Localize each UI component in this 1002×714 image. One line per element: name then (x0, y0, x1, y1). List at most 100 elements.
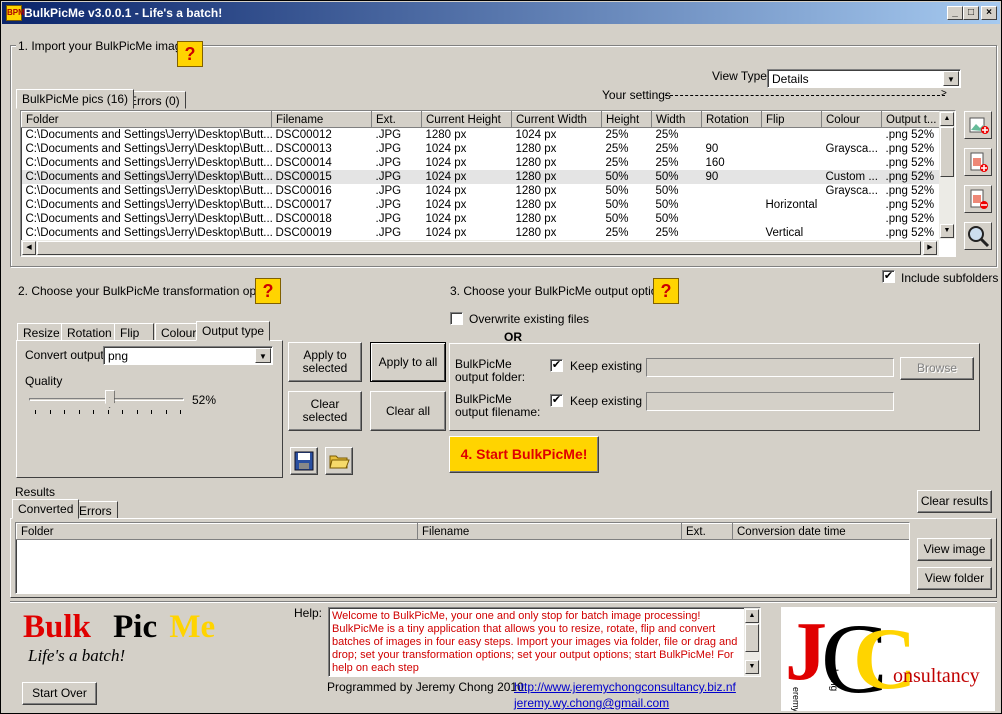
table-cell: 160 (705, 156, 725, 169)
tab-results-errors[interactable]: Errors (73, 501, 118, 519)
open-settings-button[interactable] (325, 447, 353, 475)
column-header[interactable]: Filename (271, 111, 372, 128)
column-header[interactable]: Rotation (701, 111, 762, 128)
keep-folder-label: Keep existing (570, 359, 643, 373)
scroll-down-icon[interactable]: ▼ (745, 660, 759, 674)
scroll-up-icon[interactable]: ▲ (940, 112, 954, 126)
vertical-scroll-thumb[interactable] (940, 127, 954, 177)
table-row[interactable]: C:\Documents and Settings\Jerry\Desktop\… (21, 169, 955, 184)
table-cell: .JPG (371, 169, 422, 184)
results-list[interactable]: Folder Filename Ext. Conversion date time (15, 522, 910, 594)
help-scroll-thumb[interactable] (745, 624, 759, 652)
output-help-button[interactable]: ? (653, 278, 679, 304)
help-text-box[interactable]: Welcome to BulkPicMe, your one and only … (328, 607, 761, 677)
close-button[interactable]: × (981, 6, 997, 20)
add-image-button[interactable] (964, 111, 992, 139)
table-cell (702, 184, 762, 198)
column-header[interactable]: Height (601, 111, 652, 128)
table-row[interactable]: C:\Documents and Settings\Jerry\Desktop\… (22, 128, 956, 142)
column-header[interactable]: Width (651, 111, 702, 128)
keep-filename-checkbox[interactable]: ✔ (550, 394, 563, 407)
table-row[interactable]: C:\Documents and Settings\Jerry\Desktop\… (22, 142, 956, 156)
view-image-button[interactable]: View image (917, 538, 992, 561)
start-over-button[interactable]: Start Over (22, 682, 97, 705)
maximize-button[interactable]: □ (963, 6, 979, 20)
tab-rotation[interactable]: Rotation (61, 323, 118, 341)
table-cell: DSC00013 (275, 142, 332, 155)
add-folder-button[interactable] (964, 148, 992, 176)
horizontal-scroll-thumb[interactable] (37, 241, 921, 255)
column-header[interactable]: Folder (21, 111, 272, 128)
browse-button[interactable]: Browse (900, 357, 974, 380)
column-header[interactable]: Current Height (421, 111, 512, 128)
clear-selected-button[interactable]: Clear selected (288, 391, 362, 431)
table-cell: 50% (655, 198, 679, 211)
minimize-button[interactable]: _ (947, 6, 963, 20)
help-scrollbar[interactable]: ▲ ▼ (744, 608, 760, 676)
tab-resize[interactable]: Resize (17, 323, 66, 341)
remove-image-button[interactable] (964, 185, 992, 213)
tab-pics[interactable]: BulkPicMe pics (16) (16, 89, 135, 109)
column-header[interactable]: Ext. (371, 111, 422, 128)
footer-divider (10, 601, 997, 603)
save-settings-button[interactable] (290, 447, 318, 475)
table-row[interactable]: C:\Documents and Settings\Jerry\Desktop\… (22, 226, 956, 240)
view-type-select[interactable]: Details ▼ (767, 69, 961, 88)
import-help-button[interactable]: ? (177, 41, 203, 67)
start-button[interactable]: 4. Start BulkPicMe! (449, 436, 599, 473)
title-bar[interactable]: BPM BulkPicMe v3.0.0.1 - Life's a batch!… (2, 2, 1000, 24)
view-type-label: View Type (712, 69, 767, 83)
open-folder-icon (329, 455, 350, 469)
column-header[interactable]: Conversion date time (732, 523, 909, 540)
output-folder-field[interactable] (646, 358, 894, 377)
scroll-down-icon[interactable]: ▼ (940, 224, 954, 238)
jc-logo-consultancy: onsultancy (893, 665, 980, 687)
website-link[interactable]: http://www.jeremychongconsultancy.biz.nf (514, 680, 736, 694)
quality-value: 52% (192, 393, 217, 407)
tab-output-type[interactable]: Output type (196, 321, 271, 341)
column-header[interactable]: Current Width (511, 111, 602, 128)
column-header[interactable]: Colour (821, 111, 882, 128)
apply-to-selected-button[interactable]: Apply to selected (288, 342, 362, 382)
view-folder-button[interactable]: View folder (917, 567, 992, 590)
convert-output-label: Convert output (25, 348, 104, 362)
table-cell: 1280 px (515, 212, 557, 225)
table-row[interactable]: C:\Documents and Settings\Jerry\Desktop\… (22, 184, 956, 198)
column-header[interactable]: Filename (417, 523, 682, 540)
or-label: OR (504, 330, 522, 344)
zoom-button[interactable] (964, 222, 992, 250)
help-text: Welcome to BulkPicMe, your one and only … (332, 610, 738, 674)
output-filename-label: BulkPicMe output filename: (455, 392, 541, 419)
scroll-up-icon[interactable]: ▲ (745, 609, 759, 623)
logo-bulk: Bulk (23, 609, 91, 645)
table-row[interactable]: C:\Documents and Settings\Jerry\Desktop\… (22, 212, 956, 226)
apply-to-all-button[interactable]: Apply to all (370, 342, 446, 382)
image-list[interactable]: Folder Filename Ext. Current Height Current … (20, 110, 956, 257)
clear-all-button[interactable]: Clear all (370, 391, 446, 431)
results-table: Folder Filename Ext. Conversion date time (16, 523, 909, 540)
tab-flip[interactable]: Flip (114, 323, 154, 341)
keep-folder-checkbox[interactable]: ✔ (550, 359, 563, 372)
email-link[interactable]: jeremy.wy.chong@gmail.com (514, 696, 669, 710)
overwrite-checkbox[interactable] (450, 312, 463, 325)
scroll-right-icon[interactable]: ▶ (923, 241, 937, 255)
tab-converted[interactable]: Converted (12, 499, 80, 519)
table-row[interactable]: C:\Documents and Settings\Jerry\Desktop\… (22, 156, 956, 170)
vertical-scrollbar[interactable]: ▲ ▼ (939, 111, 955, 239)
table-cell: C:\Documents and Settings\Jerry\Desktop\… (25, 184, 272, 197)
table-row[interactable]: C:\Documents and Settings\Jerry\Desktop\… (22, 198, 956, 212)
table-cell: C:\Documents and Settings\Jerry\Desktop\… (21, 169, 272, 184)
output-filename-field[interactable] (646, 392, 894, 411)
convert-output-select[interactable]: png ▼ (103, 346, 273, 365)
scroll-left-icon[interactable]: ◀ (22, 241, 36, 255)
horizontal-scrollbar[interactable]: ◀ ▶ (21, 240, 939, 256)
clear-results-button[interactable]: Clear results (917, 490, 992, 513)
table-cell (762, 128, 822, 142)
column-header[interactable]: Folder (16, 523, 418, 540)
table-cell: 50% (655, 212, 679, 225)
transform-help-button[interactable]: ? (255, 278, 281, 304)
column-header[interactable]: Ext. (681, 523, 733, 540)
include-subfolders-checkbox[interactable]: ✔ (882, 270, 895, 283)
remove-image-icon (970, 189, 988, 209)
column-header[interactable]: Flip (761, 111, 822, 128)
